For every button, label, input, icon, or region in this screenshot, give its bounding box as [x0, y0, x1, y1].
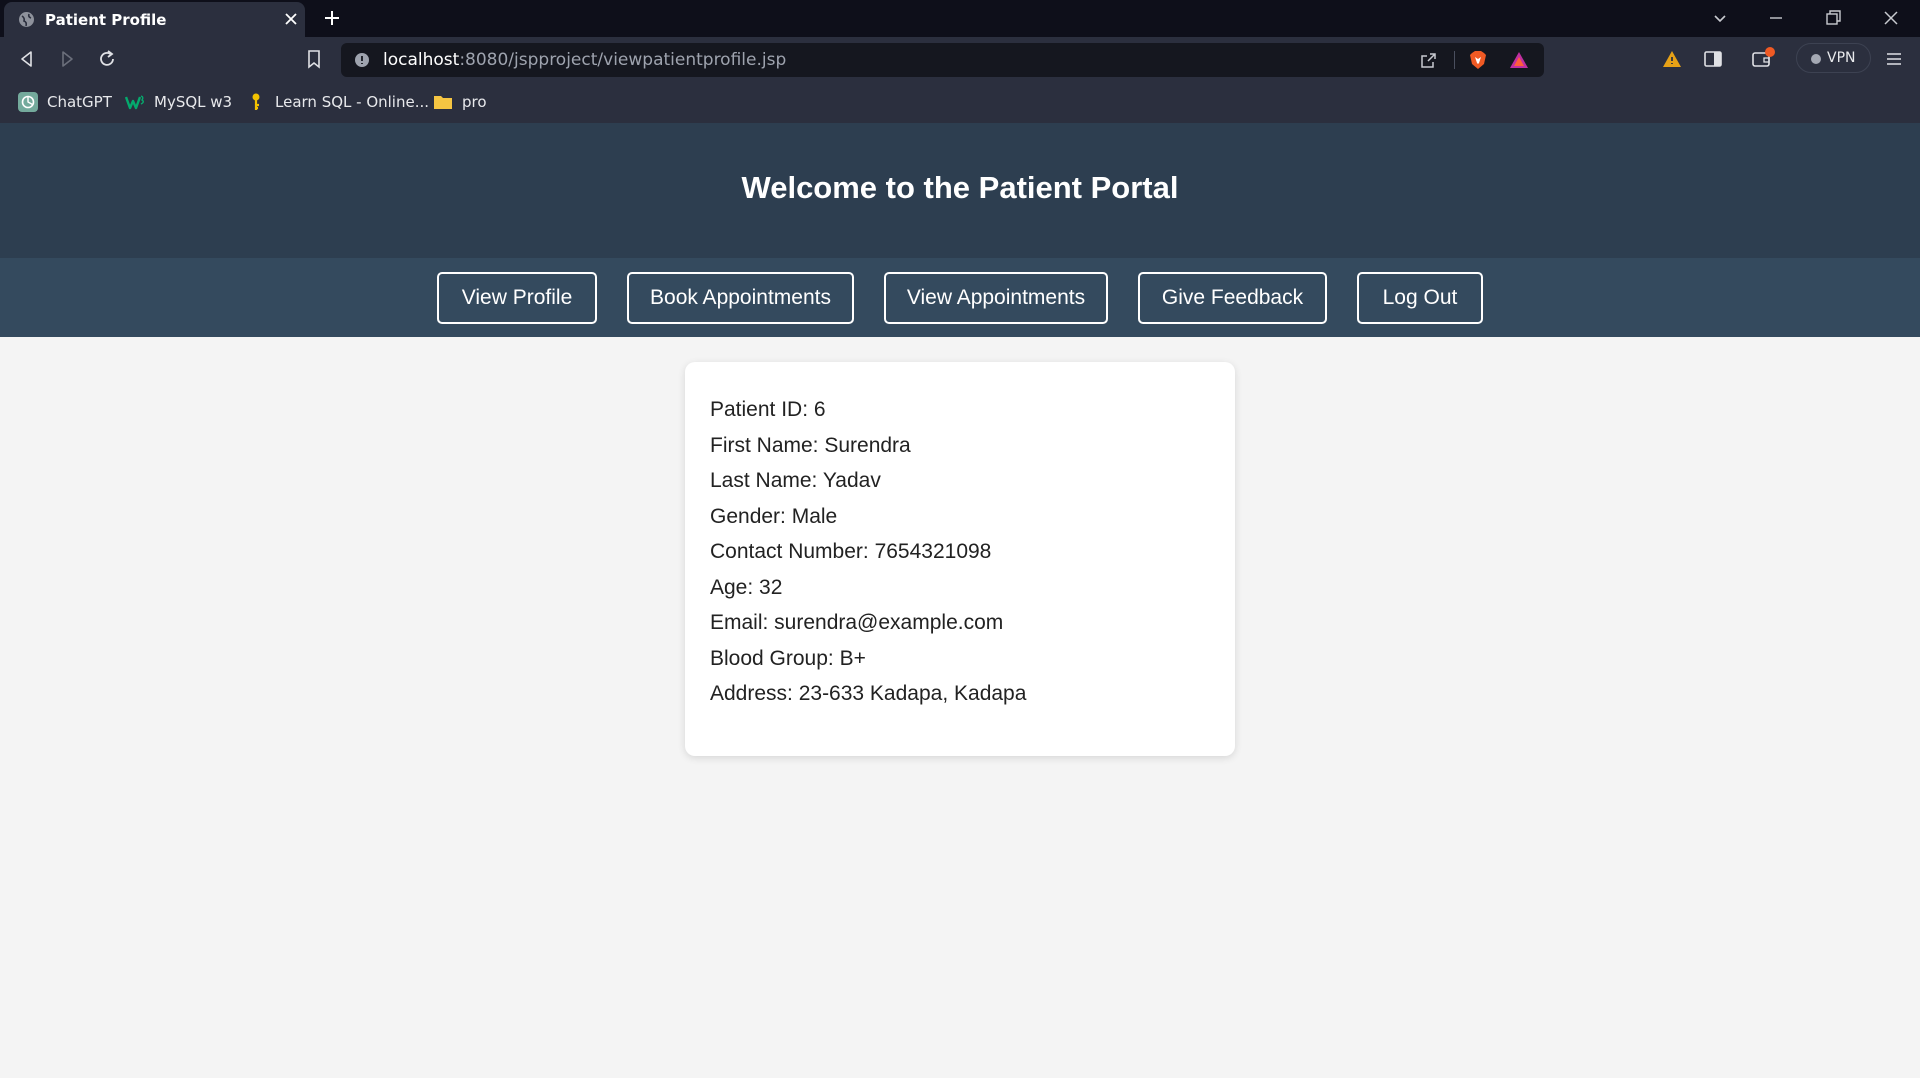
bookmark-folder-pro[interactable]: pro: [433, 91, 487, 113]
bookmark-label: pro: [462, 93, 487, 111]
share-icon[interactable]: [1418, 51, 1438, 71]
vpn-label: VPN: [1827, 50, 1856, 66]
close-window-icon[interactable]: [1881, 8, 1901, 28]
close-tab-icon[interactable]: [282, 10, 300, 28]
address-bar[interactable]: localhost:8080/jspproject/viewpatientpro…: [341, 43, 1544, 77]
wallet-notification-icon[interactable]: [1750, 46, 1776, 70]
email: Email: surendra@example.com: [710, 611, 1004, 634]
folder-icon: [434, 96, 452, 109]
view-appointments-button[interactable]: View Appointments: [884, 272, 1108, 324]
tab-list-chevron-icon[interactable]: [1710, 8, 1730, 28]
browser-toolbar: localhost:8080/jspproject/viewpatientpro…: [0, 37, 1920, 80]
url-host: localhost: [383, 50, 460, 70]
last-name: Last Name: Yadav: [710, 469, 881, 492]
give-feedback-button[interactable]: Give Feedback: [1138, 272, 1327, 324]
bookmark-learn-sql[interactable]: Learn SQL - Online...: [246, 91, 429, 113]
page-title: Welcome to the Patient Portal: [741, 170, 1179, 205]
minimize-icon[interactable]: [1766, 8, 1786, 28]
bookmark-label: ChatGPT: [47, 93, 112, 111]
vpn-status-icon: [1811, 54, 1821, 64]
browser-tabstrip: Patient Profile: [0, 0, 1920, 37]
first-name: First Name: Surendra: [710, 434, 911, 457]
patient-id: Patient ID: 6: [710, 398, 826, 421]
portal-header: Welcome to the Patient Portal: [0, 123, 1920, 258]
sidebar-icon[interactable]: [1702, 48, 1724, 70]
url-path: :8080/jspproject/viewpatientprofile.jsp: [459, 50, 787, 70]
bookmark-icon[interactable]: [303, 48, 325, 70]
bookmark-mysql-w3[interactable]: MySQL w3: [125, 91, 232, 113]
browser-tab[interactable]: Patient Profile: [4, 2, 305, 37]
warning-icon[interactable]: [1661, 48, 1683, 70]
reload-icon[interactable]: [96, 48, 118, 70]
book-appointments-button[interactable]: Book Appointments: [627, 272, 854, 324]
forward-icon[interactable]: [56, 48, 78, 70]
bookmark-label: Learn SQL - Online...: [275, 93, 430, 111]
contact-number: Contact Number: 7654321098: [710, 540, 992, 563]
brave-shields-icon[interactable]: [1467, 49, 1489, 71]
restore-icon[interactable]: [1823, 8, 1843, 28]
gender: Gender: Male: [710, 505, 838, 528]
url-text: localhost:8080/jspproject/viewpatientpro…: [383, 50, 786, 70]
bookmark-chatgpt[interactable]: ChatGPT: [18, 91, 112, 113]
back-icon[interactable]: [16, 48, 38, 70]
site-info-icon[interactable]: [354, 52, 370, 68]
bookmark-label: MySQL w3: [154, 93, 233, 111]
log-out-button[interactable]: Log Out: [1357, 272, 1483, 324]
address: Address: 23-633 Kadapa, Kadapa: [710, 682, 1027, 705]
key-icon: [252, 93, 260, 110]
address-divider: [1454, 51, 1455, 69]
brave-rewards-icon[interactable]: [1508, 50, 1530, 70]
new-tab-icon[interactable]: [322, 8, 342, 28]
vpn-button[interactable]: VPN: [1796, 43, 1871, 73]
patient-profile-card: Patient ID: 6 First Name: Surendra Last …: [685, 362, 1235, 756]
bookmarks-bar: ChatGPT MySQL w3 Learn SQL - Online... p…: [0, 80, 1920, 123]
view-profile-button[interactable]: View Profile: [437, 272, 597, 324]
menu-icon[interactable]: [1883, 48, 1905, 70]
chatgpt-icon: [18, 92, 38, 112]
globe-icon: [19, 12, 34, 27]
w3schools-icon: [125, 95, 144, 110]
tab-title: Patient Profile: [45, 11, 167, 29]
age: Age: 32: [710, 576, 783, 599]
blood-group: Blood Group: B+: [710, 647, 866, 670]
portal-navbar: View Profile Book Appointments View Appo…: [0, 258, 1920, 337]
